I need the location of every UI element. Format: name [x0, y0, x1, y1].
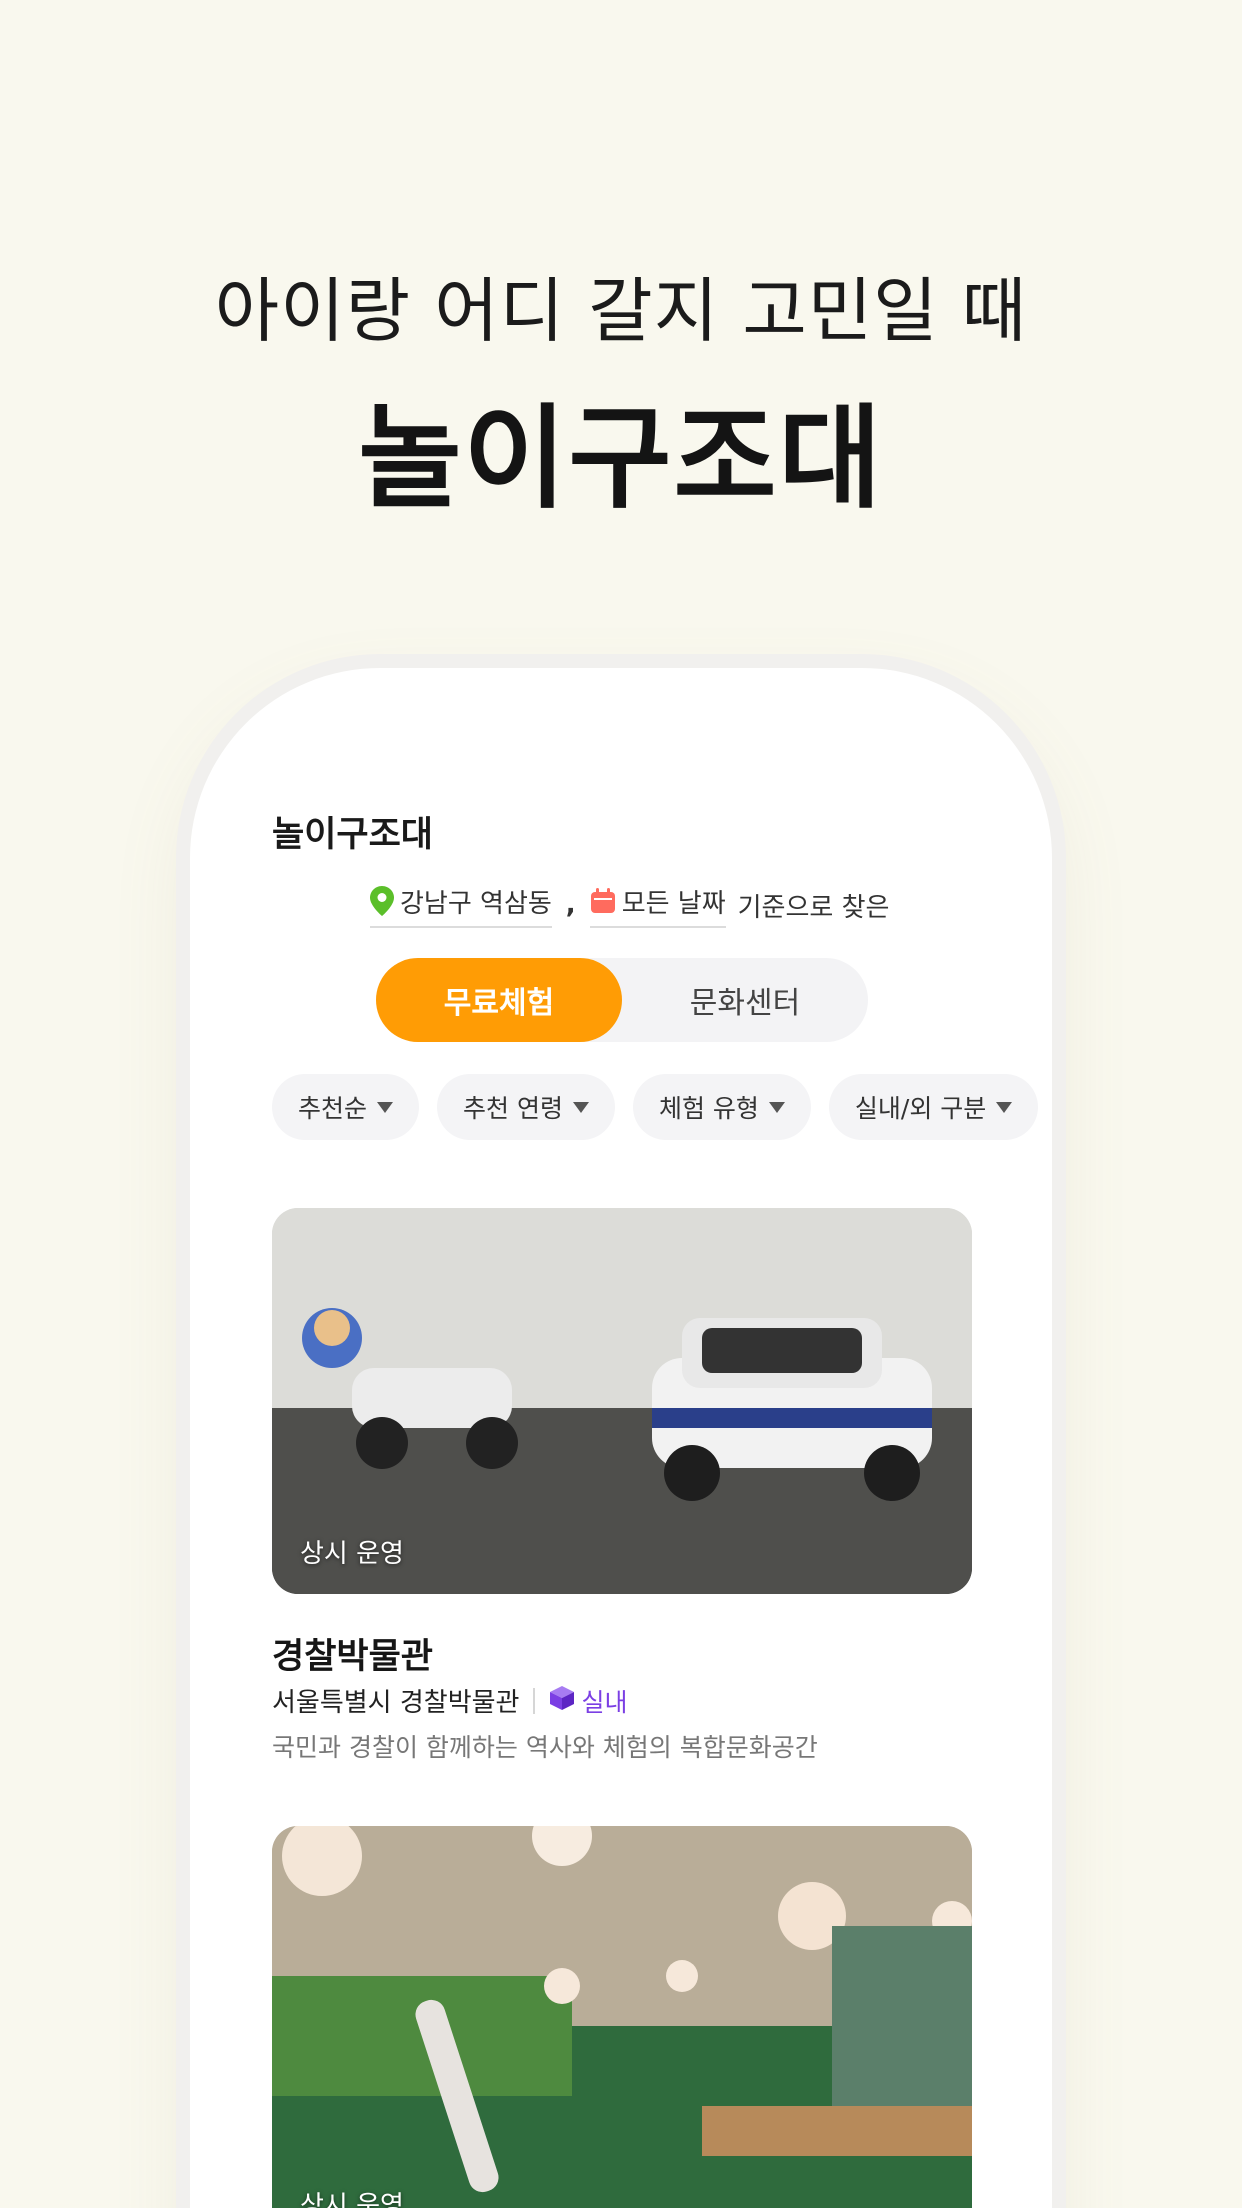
app-title: 놀이구조대	[272, 815, 434, 855]
sort-label: 추천 연령	[463, 1094, 563, 1123]
caret-down-icon	[572, 1101, 589, 1113]
indoor-label: 실내	[581, 1687, 628, 1717]
sort-label: 추천순	[298, 1094, 368, 1123]
filter-separator: ,	[565, 890, 576, 920]
tab-culture-center[interactable]: 문화센터	[622, 958, 868, 1042]
indoor-badge: 실내	[549, 1683, 627, 1719]
tab-free-experience[interactable]: 무료체험	[376, 958, 622, 1042]
place-image[interactable]: 상시 운영	[272, 1826, 972, 2208]
promo-subtitle: 아이랑 어디 갈지 고민일 때	[214, 270, 1028, 352]
place-address: 서울특별시 경찰박물관	[272, 1688, 520, 1718]
caret-down-icon	[377, 1101, 394, 1113]
sort-recommended-button[interactable]: 추천순	[272, 1074, 420, 1140]
search-criteria: 강남구 역삼동 , 모든 날짜 기준으로 찾은	[370, 882, 889, 928]
location-selector[interactable]: 강남구 역삼동	[370, 883, 552, 928]
caret-down-icon	[768, 1101, 785, 1113]
operation-status-label: 상시 운영	[300, 1539, 404, 1569]
criteria-suffix: 기준으로 찾은	[737, 892, 890, 923]
filter-indoor-outdoor-button[interactable]: 실내/외 구분	[828, 1074, 1039, 1140]
date-selector[interactable]: 모든 날짜	[589, 883, 726, 928]
sort-label: 실내/외 구분	[854, 1094, 987, 1123]
play-room-photo	[272, 1826, 972, 2208]
date-label: 모든 날짜	[621, 888, 726, 919]
promo-title: 놀이구조대	[358, 394, 884, 524]
filter-experience-type-button[interactable]: 체험 유형	[632, 1074, 811, 1140]
filter-age-button[interactable]: 추천 연령	[437, 1074, 615, 1140]
phone-frame: 놀이구조대 강남구 역삼동 , 모든 날짜 기준으로 찾은 무료체험 문화센터 …	[190, 668, 1052, 2208]
place-meta: 서울특별시 경찰박물관 실내	[272, 1682, 627, 1719]
place-description: 국민과 경찰이 함께하는 역사와 체험의 복합문화공간	[272, 1733, 818, 1762]
place-name[interactable]: 경찰박물관	[272, 1628, 433, 1679]
sort-label: 체험 유형	[658, 1094, 759, 1123]
location-label: 강남구 역삼동	[400, 888, 552, 919]
operation-status-label: 상시 운영	[300, 2191, 404, 2208]
cube-icon	[549, 1685, 575, 1717]
calendar-icon	[590, 888, 616, 914]
meta-divider	[533, 1687, 536, 1714]
category-tabs: 무료체험 문화센터	[376, 958, 868, 1042]
sort-filter-bar: 추천순 추천 연령 체험 유형 실내/외 구분	[272, 1074, 1039, 1140]
caret-down-icon	[996, 1101, 1013, 1113]
location-pin-icon	[370, 886, 394, 916]
place-image[interactable]: 상시 운영	[272, 1208, 972, 1594]
app-screen: 놀이구조대 강남구 역삼동 , 모든 날짜 기준으로 찾은 무료체험 문화센터 …	[190, 668, 1052, 2208]
